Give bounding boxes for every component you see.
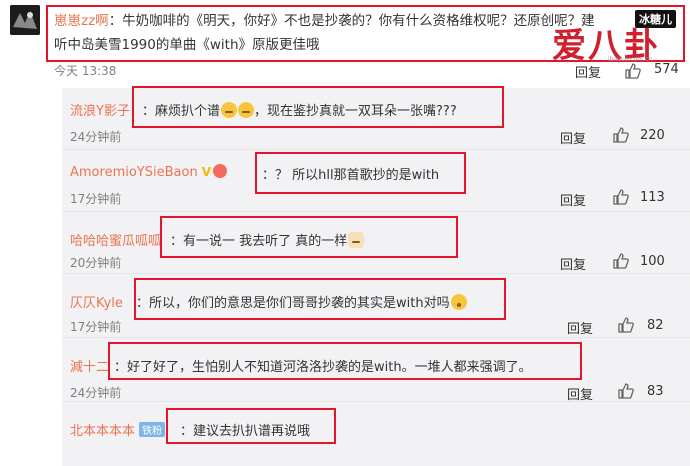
fan-badge-icon — [212, 164, 227, 178]
reply-username[interactable]: 北本本本本 铁粉 — [70, 420, 166, 439]
like-icon[interactable] — [617, 382, 635, 400]
highlight-box — [134, 278, 506, 320]
reply-item: 仄仄Kyle ：所以，你们的意思是你们哥哥抄袭的其实是with对吗 17分钟前 … — [62, 276, 690, 338]
like-icon[interactable] — [612, 126, 630, 144]
reply-time: 24分钟前 — [70, 386, 122, 400]
like-count: 220 — [640, 128, 665, 143]
main-comment-line1: ：牛奶咖啡的《明天，你好》不也是抄袭的？你有什么资格维权呢？还原创呢？建 — [108, 13, 595, 29]
like-count: 113 — [640, 190, 665, 205]
reply-button[interactable]: 回复 — [560, 254, 586, 273]
reply-item: 減十二 ：好了好了，生怕别人不知道河洛洛抄袭的是with。一堆人都来强调了。 2… — [62, 340, 690, 403]
reply-username[interactable]: 哈哈哈蜜瓜呱呱 — [70, 230, 161, 249]
like-icon[interactable] — [612, 188, 630, 206]
reply-item: AmoremioYSieBaon V ：？ 所以hll那首歌抄的是with 17分… — [62, 150, 690, 212]
main-comment-time: 今天 13:38 — [54, 64, 117, 78]
like-icon[interactable] — [617, 316, 635, 334]
main-comment-line2: 听中岛美雪1990的单曲《with》原版更佳哦 — [54, 37, 320, 53]
reply-list: 流浪Y影子 ：麻烦扒个谱 ，现在鉴抄真就一双耳朵一张嘴??? 24分钟前 回复 2… — [62, 86, 690, 466]
reply-button[interactable]: 回复 — [560, 128, 586, 147]
reply-time: 17分钟前 — [70, 320, 122, 334]
reply-item: 流浪Y影子 ：麻烦扒个谱 ，现在鉴抄真就一双耳朵一张嘴??? 24分钟前 回复 2… — [62, 86, 690, 150]
highlight-box — [160, 216, 458, 258]
highlight-box — [108, 342, 582, 380]
watermark: 冰糖儿 爱八卦 ibaguo.com.cn — [546, 4, 682, 66]
highlight-box — [255, 152, 466, 194]
highlight-box — [132, 86, 504, 128]
like-count: 83 — [647, 384, 664, 399]
reply-username[interactable]: 減十二 — [70, 356, 109, 375]
reply-time: 24分钟前 — [70, 130, 122, 144]
like-icon[interactable] — [612, 252, 630, 270]
main-comment-text: 崽崽zz啊：牛奶咖啡的《明天，你好》不也是抄袭的？你有什么资格维权呢？还原创呢？… — [54, 9, 614, 57]
reply-button[interactable]: 回复 — [567, 318, 593, 337]
reply-username[interactable]: AmoremioYSieBaon V — [70, 164, 227, 180]
main-comment-username[interactable]: 崽崽zz啊 — [54, 13, 109, 29]
reply-username[interactable]: 仄仄Kyle — [70, 292, 123, 311]
reply-item: 哈哈哈蜜瓜呱呱 ：有一说一 我去听了 真的一样 20分钟前 回复 100 — [62, 212, 690, 274]
fan-badge: 铁粉 — [139, 422, 166, 437]
highlight-box — [166, 408, 336, 444]
avatar[interactable] — [10, 5, 40, 35]
reply-button[interactable]: 回复 — [567, 384, 593, 403]
reply-time: 20分钟前 — [70, 256, 122, 270]
watermark-url: ibaguo.com.cn — [608, 56, 653, 63]
reply-time: 17分钟前 — [70, 192, 122, 206]
like-count: 82 — [647, 318, 664, 333]
reply-item: 北本本本本 铁粉 ：建议去扒扒谱再说哦 — [62, 406, 690, 466]
like-count: 100 — [640, 254, 665, 269]
reply-button[interactable]: 回复 — [560, 190, 586, 209]
main-comment: 崽崽zz啊：牛奶咖啡的《明天，你好》不也是抄袭的？你有什么资格维权呢？还原创呢？… — [0, 0, 690, 86]
reply-username[interactable]: 流浪Y影子 — [70, 100, 130, 119]
verified-badge-icon: V — [201, 165, 211, 179]
